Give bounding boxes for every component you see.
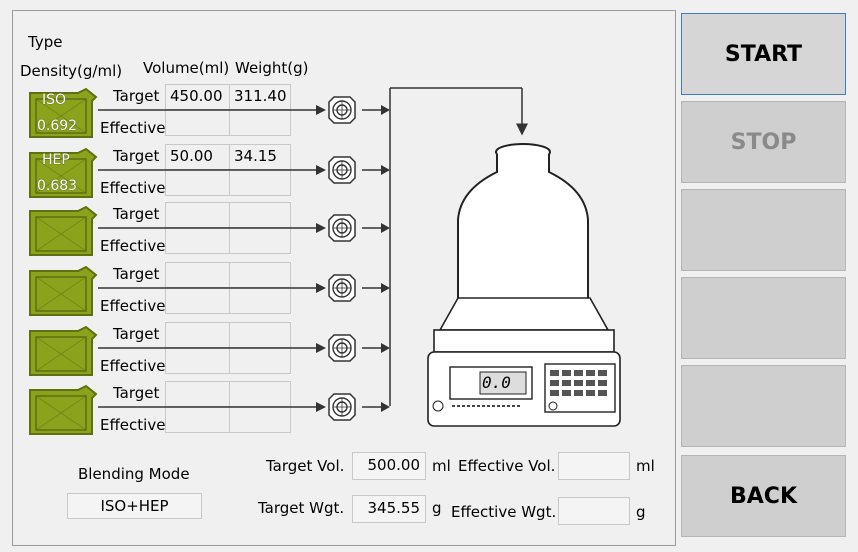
target-wgt-field: 345.55: [352, 495, 426, 523]
effective-vol-label: Effective Vol.: [458, 457, 556, 475]
blending-mode-label: Blending Mode: [78, 465, 190, 483]
arrow-icon: [362, 165, 390, 175]
fuel-can-icon: [29, 265, 98, 316]
arrow-icon: [362, 105, 390, 115]
pump-icon: [328, 214, 356, 242]
arrow-icon: [362, 223, 390, 233]
pump-icon: [328, 156, 356, 184]
fuel-can-icon: [29, 384, 98, 435]
blank-button-2[interactable]: [681, 277, 846, 359]
pump-icon: [328, 274, 356, 302]
back-button[interactable]: BACK: [681, 455, 846, 537]
blank-button-3[interactable]: [681, 365, 846, 447]
target-wgt-unit: g: [432, 499, 442, 517]
pump-icon: [328, 334, 356, 362]
pump-icon: [328, 393, 356, 421]
scale-icon: [427, 297, 621, 427]
effective-vol-unit: ml: [636, 457, 655, 475]
effective-vol-field: [558, 452, 630, 480]
arrow-icon: [362, 402, 390, 412]
target-vol-field: 500.00: [352, 452, 426, 480]
blank-button-1[interactable]: [681, 189, 846, 271]
arrow-icon: [362, 343, 390, 353]
fuel-can-icon: [29, 205, 98, 256]
stop-button[interactable]: STOP: [681, 101, 846, 183]
row-type: HEP: [42, 152, 70, 168]
start-button[interactable]: START: [681, 13, 846, 95]
arrow-icon: [362, 283, 390, 293]
effective-wgt-unit: g: [636, 503, 646, 521]
effective-wgt-label: Effective Wgt.: [451, 503, 557, 521]
row-density: 0.692: [37, 118, 78, 134]
pump-icon: [328, 96, 356, 124]
row-type: ISO: [42, 92, 67, 108]
blending-mode-value: ISO+HEP: [67, 493, 202, 519]
target-vol-unit: ml: [432, 457, 451, 475]
target-vol-label: Target Vol.: [266, 457, 345, 475]
row-density: 0.683: [37, 178, 78, 194]
fuel-can-icon: [29, 325, 98, 376]
effective-wgt-field: [558, 497, 630, 525]
target-wgt-label: Target Wgt.: [258, 499, 345, 517]
scale-display: 0.0: [482, 373, 511, 392]
